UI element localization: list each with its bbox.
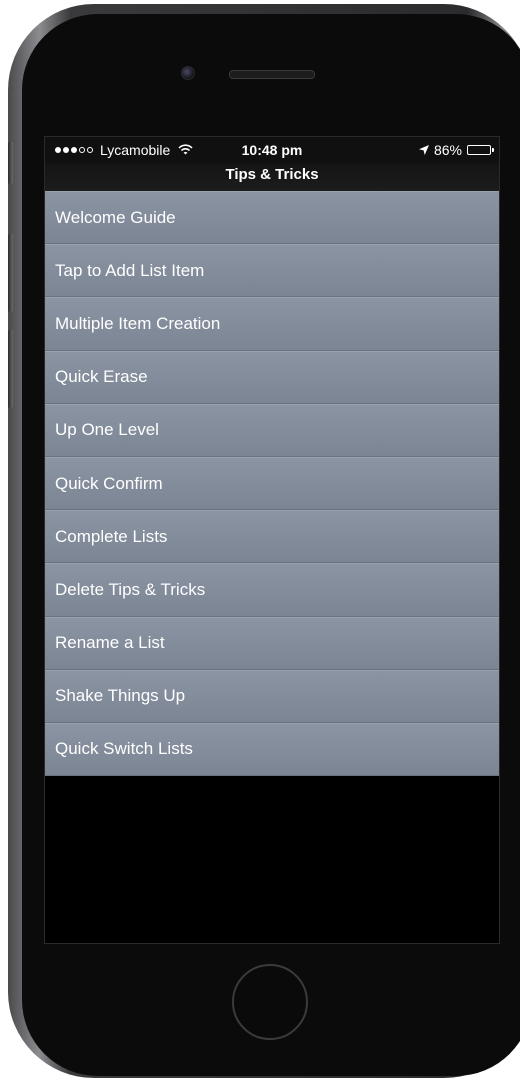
location-arrow-icon: [418, 142, 429, 158]
list-item[interactable]: Rename a List: [45, 616, 499, 670]
list-item[interactable]: Quick Erase: [45, 350, 499, 404]
list-item[interactable]: Complete Lists: [45, 510, 499, 564]
list-item-label: Quick Erase: [55, 367, 148, 387]
earpiece-speaker: [229, 70, 315, 79]
front-camera: [181, 66, 195, 80]
page-title: Tips & Tricks: [225, 166, 319, 183]
phone-screen: Lycamobile 10:48 pm 86% Tips & Tricks We…: [44, 136, 500, 944]
battery-percentage: 86%: [433, 142, 462, 158]
tips-list: Welcome Guide Tap to Add List Item Multipl…: [45, 191, 499, 777]
status-right: 86%: [418, 142, 494, 158]
list-item-label: Delete Tips & Tricks: [55, 579, 206, 599]
list-item[interactable]: Quick Confirm: [45, 456, 499, 511]
list-item[interactable]: Quick Switch Lists: [45, 722, 499, 777]
list-item-label: Quick Switch Lists: [55, 739, 193, 759]
status-bar: Lycamobile 10:48 pm 86%: [45, 137, 499, 163]
volume-up-button: [8, 234, 13, 312]
list-item[interactable]: Shake Things Up: [45, 669, 499, 723]
list-item-label: Welcome Guide: [55, 207, 176, 227]
list-item-label: Tap to Add List Item: [55, 260, 205, 280]
navigation-bar: Tips & Tricks: [45, 163, 499, 191]
home-button[interactable]: [232, 964, 308, 1040]
volume-down-button: [8, 330, 13, 408]
list-item-label: Rename a List: [55, 633, 165, 653]
page: Lycamobile 10:48 pm 86% Tips & Tricks We…: [0, 0, 520, 1080]
list-item-label: Quick Confirm: [55, 473, 163, 493]
list-item[interactable]: Welcome Guide: [45, 191, 499, 245]
battery-icon: [467, 145, 494, 155]
list-item[interactable]: Delete Tips & Tricks: [45, 563, 499, 617]
list-item-label: Shake Things Up: [55, 686, 186, 706]
list-item-label: Complete Lists: [55, 526, 168, 546]
list-item[interactable]: Multiple Item Creation: [45, 297, 499, 351]
list-item-label: Multiple Item Creation: [55, 313, 221, 333]
list-item-label: Up One Level: [55, 420, 159, 440]
list-item[interactable]: Up One Level: [45, 403, 499, 457]
mute-switch: [8, 142, 13, 184]
list-item[interactable]: Tap to Add List Item: [45, 244, 499, 298]
